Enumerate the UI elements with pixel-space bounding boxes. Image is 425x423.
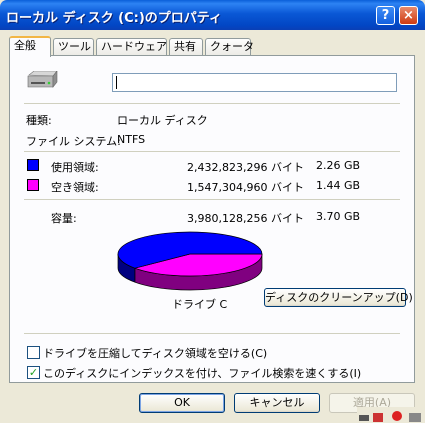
capacity-label: 容量: [51,212,77,225]
capacity-bytes: 3,980,128,256 バイト [187,212,304,225]
drive-icon [27,71,58,88]
separator [24,151,400,152]
free-space-swatch [27,179,39,191]
index-disk-label: このディスクにインデックスを付け、ファイル検索を速くする(I) [43,367,362,380]
tab-sharing[interactable]: 共有 [169,38,203,55]
free-space-bytes: 1,547,304,960 バイト [187,181,304,194]
used-space-label: 使用領域: [51,161,99,174]
drive-label: ドライブ C [172,298,228,311]
compress-drive-label: ドライブを圧縮してディスク領域を空ける(C) [43,347,268,360]
used-space-swatch [27,159,39,171]
general-tab-panel: 種類: ローカル ディスク ファイル システム: NTFS 使用領域: 2,43… [9,55,415,383]
type-value: ローカル ディスク [117,114,208,127]
tab-general[interactable]: 全般 [9,36,51,57]
filesystem-value: NTFS [117,133,146,146]
filesystem-label: ファイル システム: [26,135,121,148]
tray-icons [357,407,425,423]
window-title: ローカル ディスク (C:)のプロパティ [6,11,222,26]
help-button[interactable]: ? [376,6,395,25]
separator [24,103,400,104]
index-disk-checkbox[interactable]: ✓ [27,366,40,379]
free-space-size: 1.44 GB [316,179,361,192]
separator [24,199,400,200]
type-label: 種類: [26,114,52,127]
capacity-size: 3.70 GB [316,210,361,223]
disk-cleanup-button[interactable]: ディスクのクリーンアップ(D) [264,288,413,307]
used-space-bytes: 2,432,823,296 バイト [187,161,304,174]
separator [24,333,400,334]
used-space-size: 2.26 GB [316,159,361,172]
close-button[interactable]: × [399,6,418,25]
tab-hardware[interactable]: ハードウェア [96,38,167,55]
tab-tools[interactable]: ツール [53,38,94,55]
ok-button[interactable]: OK [139,393,225,413]
cancel-button[interactable]: キャンセル [234,393,320,413]
free-space-label: 空き領域: [51,181,99,194]
compress-drive-checkbox[interactable] [27,346,40,359]
drive-name-input[interactable] [112,73,397,92]
tab-quota[interactable]: クォータ [205,38,254,55]
disk-usage-pie-chart [117,231,263,291]
title-bar[interactable]: ローカル ディスク (C:)のプロパティ ? × [0,0,425,30]
